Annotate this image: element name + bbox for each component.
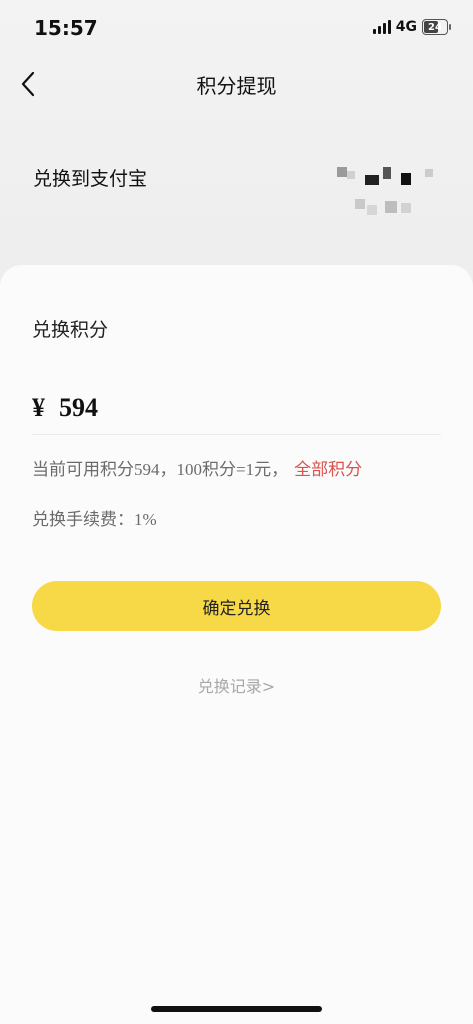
divider bbox=[32, 434, 441, 435]
available-points-info: 当前可用积分594，100积分=1元， 全部积分 bbox=[32, 455, 453, 480]
account-value-redacted bbox=[325, 165, 445, 221]
exchange-history-link[interactable]: 兑换记录> bbox=[0, 673, 473, 697]
home-indicator bbox=[151, 1006, 322, 1012]
amount-input[interactable] bbox=[59, 393, 259, 423]
signal-icon bbox=[372, 20, 391, 34]
battery-icon: 24 bbox=[422, 19, 451, 35]
currency-symbol: ¥ bbox=[32, 393, 45, 422]
exchange-points-label: 兑换积分 bbox=[32, 319, 109, 341]
status-time: 15:57 bbox=[34, 16, 98, 40]
amount-row: ¥ bbox=[32, 383, 441, 433]
all-points-link[interactable]: 全部积分 bbox=[294, 460, 362, 480]
fee-text: 兑换手续费：1% bbox=[32, 510, 157, 529]
confirm-exchange-button[interactable]: 确定兑换 bbox=[32, 581, 441, 631]
header-background bbox=[0, 0, 473, 300]
network-type: 4G bbox=[395, 19, 417, 35]
account-label: 兑换到支付宝 bbox=[33, 168, 148, 190]
exchange-card: 兑换积分 ¥ 当前可用积分594，100积分=1元，全部积分 兑换手续费：1% … bbox=[0, 265, 473, 1024]
battery-level: 24 bbox=[428, 21, 442, 33]
available-points-text: 当前可用积分594，100积分=1元， bbox=[32, 460, 289, 479]
page-title: 积分提现 bbox=[196, 74, 277, 98]
status-indicators: 4G 24 bbox=[372, 19, 451, 35]
